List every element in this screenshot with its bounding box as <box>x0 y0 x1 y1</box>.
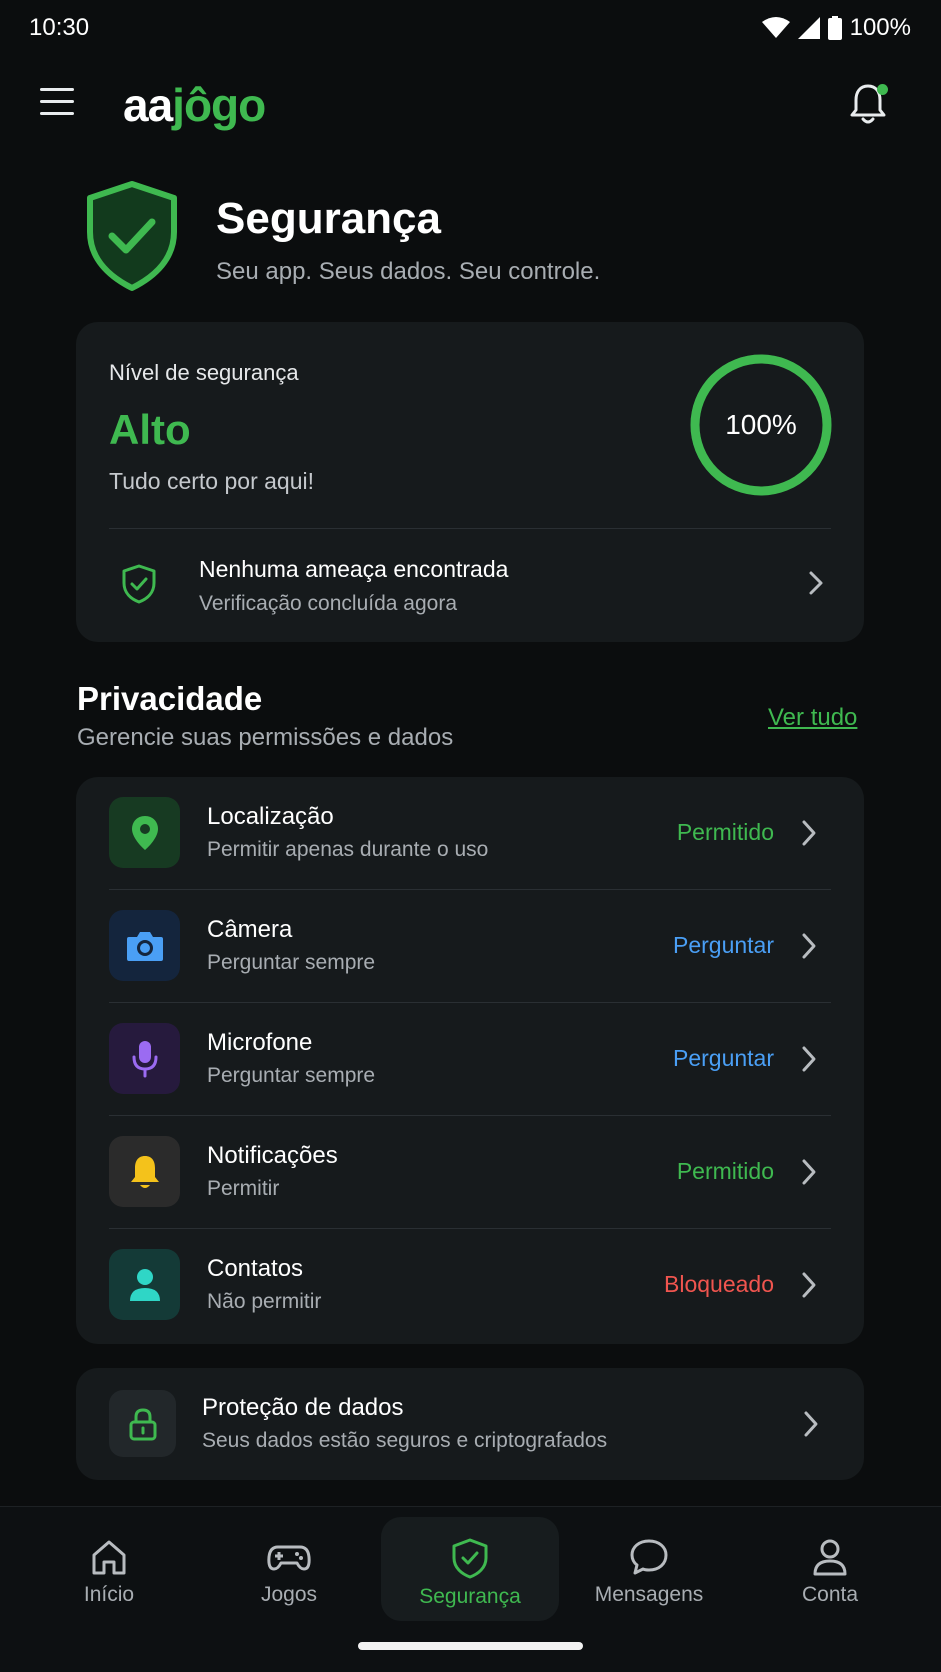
shield-check-icon <box>87 181 177 291</box>
chevron-right-icon <box>804 1411 818 1437</box>
location-pin-icon <box>109 797 180 868</box>
permission-row-camera[interactable]: Câmera Perguntar sempre Perguntar <box>76 890 864 1003</box>
status-icons: 100% <box>761 14 911 42</box>
hamburger-line <box>40 112 74 115</box>
battery-percent: 100% <box>849 14 911 41</box>
menu-button[interactable] <box>40 88 80 122</box>
privacy-section-title: Privacidade <box>77 680 263 717</box>
nav-item-inicio[interactable]: Início <box>20 1517 198 1621</box>
camera-icon <box>109 910 180 981</box>
permission-subtitle: Permitir <box>207 1177 280 1200</box>
permission-row-notifications[interactable]: Notificações Permitir Permitido <box>76 1116 864 1229</box>
divider <box>109 528 831 529</box>
permission-subtitle: Permitir apenas durante o uso <box>207 838 489 861</box>
data-protection-card[interactable]: Proteção de dados Seus dados estão segur… <box>76 1368 864 1480</box>
bell-icon <box>109 1136 180 1207</box>
permission-status: Permitido <box>676 1158 774 1184</box>
battery-icon <box>827 16 842 40</box>
chevron-right-icon <box>809 571 823 595</box>
page-title: Segurança <box>216 194 441 243</box>
nav-item-jogos[interactable]: Jogos <box>200 1517 378 1621</box>
gamepad-icon <box>267 1545 311 1571</box>
page-subtitle: Seu app. Seus dados. Seu controle. <box>216 258 601 285</box>
chevron-right-icon <box>802 1159 816 1185</box>
app-header: aajôgo <box>0 70 941 142</box>
nav-label: Mensagens <box>594 1583 704 1606</box>
data-protection-title: Proteção de dados <box>202 1394 404 1421</box>
permission-status: Bloqueado <box>664 1271 774 1297</box>
security-level-card: Nível de segurança Alto Tudo certo por a… <box>76 322 864 642</box>
security-level-label: Nível de segurança <box>109 360 299 385</box>
nav-label: Conta <box>801 1583 859 1606</box>
security-percent-text: 100% <box>725 409 797 440</box>
status-time: 10:30 <box>29 14 90 41</box>
chevron-right-icon <box>802 933 816 959</box>
nav-item-conta[interactable]: Conta <box>741 1517 919 1621</box>
cellular-signal-icon <box>797 17 820 39</box>
data-protection-subtitle: Seus dados estão seguros e criptografado… <box>202 1429 608 1452</box>
hamburger-icon <box>40 88 74 91</box>
permission-title: Câmera <box>207 916 293 943</box>
nav-label: Segurança <box>419 1585 521 1608</box>
nav-item-mensagens[interactable]: Mensagens <box>560 1517 738 1621</box>
logo-part-white: aa <box>123 79 173 131</box>
threat-subtitle: Verificação concluída agora <box>199 592 457 615</box>
nav-item-seguranca[interactable]: Segurança <box>381 1517 559 1621</box>
security-level-description: Tudo certo por aqui! <box>109 468 314 494</box>
threat-status-row[interactable]: Nenhuma ameaça encontrada Verificação co… <box>109 530 840 638</box>
shield-check-icon <box>452 1538 488 1579</box>
permission-status: Perguntar <box>672 932 774 958</box>
permission-title: Microfone <box>207 1029 313 1056</box>
privacy-permissions-card: Localização Permitir apenas durante o us… <box>76 777 864 1344</box>
status-bar: 10:30 100% <box>0 0 941 56</box>
wifi-icon <box>761 17 790 38</box>
permission-title: Localização <box>207 803 334 830</box>
chevron-right-icon <box>802 1046 816 1072</box>
permission-subtitle: Não permitir <box>207 1290 322 1313</box>
security-level-value: Alto <box>109 406 191 453</box>
nav-label: Jogos <box>260 1583 318 1606</box>
person-icon <box>109 1249 180 1320</box>
app-logo: aajôgo <box>123 78 266 132</box>
permission-row-microphone[interactable]: Microfone Perguntar sempre Perguntar <box>76 1003 864 1116</box>
permission-subtitle: Perguntar sempre <box>207 951 376 974</box>
page-header: Segurança Seu app. Seus dados. Seu contr… <box>84 180 884 295</box>
permission-subtitle: Perguntar sempre <box>207 1064 376 1087</box>
shield-check-small-icon <box>122 564 156 604</box>
chevron-right-icon <box>802 820 816 846</box>
see-all-link[interactable]: Ver tudo <box>768 704 857 732</box>
security-progress-ring: 100% <box>688 352 834 498</box>
permission-status: Perguntar <box>672 1045 774 1071</box>
permission-title: Notificações <box>207 1142 338 1169</box>
logo-part-green: jôgo <box>172 79 266 131</box>
home-icon <box>92 1540 126 1575</box>
user-icon <box>813 1539 847 1576</box>
home-indicator[interactable] <box>358 1642 583 1650</box>
microphone-icon <box>109 1023 180 1094</box>
chat-bubble-icon <box>630 1539 668 1575</box>
permission-row-location[interactable]: Localização Permitir apenas durante o us… <box>76 777 864 890</box>
permission-row-contacts[interactable]: Contatos Não permitir Bloqueado <box>76 1229 864 1342</box>
permission-title: Contatos <box>207 1255 304 1282</box>
threat-title: Nenhuma ameaça encontrada <box>199 556 509 582</box>
privacy-section-subtitle: Gerencie suas permissões e dados <box>77 724 454 751</box>
permission-status: Permitido <box>676 819 774 845</box>
chevron-right-icon <box>802 1272 816 1298</box>
nav-label: Início <box>83 1583 135 1606</box>
notifications-button[interactable] <box>848 82 892 128</box>
notification-dot <box>877 84 888 95</box>
lock-icon <box>109 1390 176 1457</box>
hamburger-line <box>40 100 74 103</box>
